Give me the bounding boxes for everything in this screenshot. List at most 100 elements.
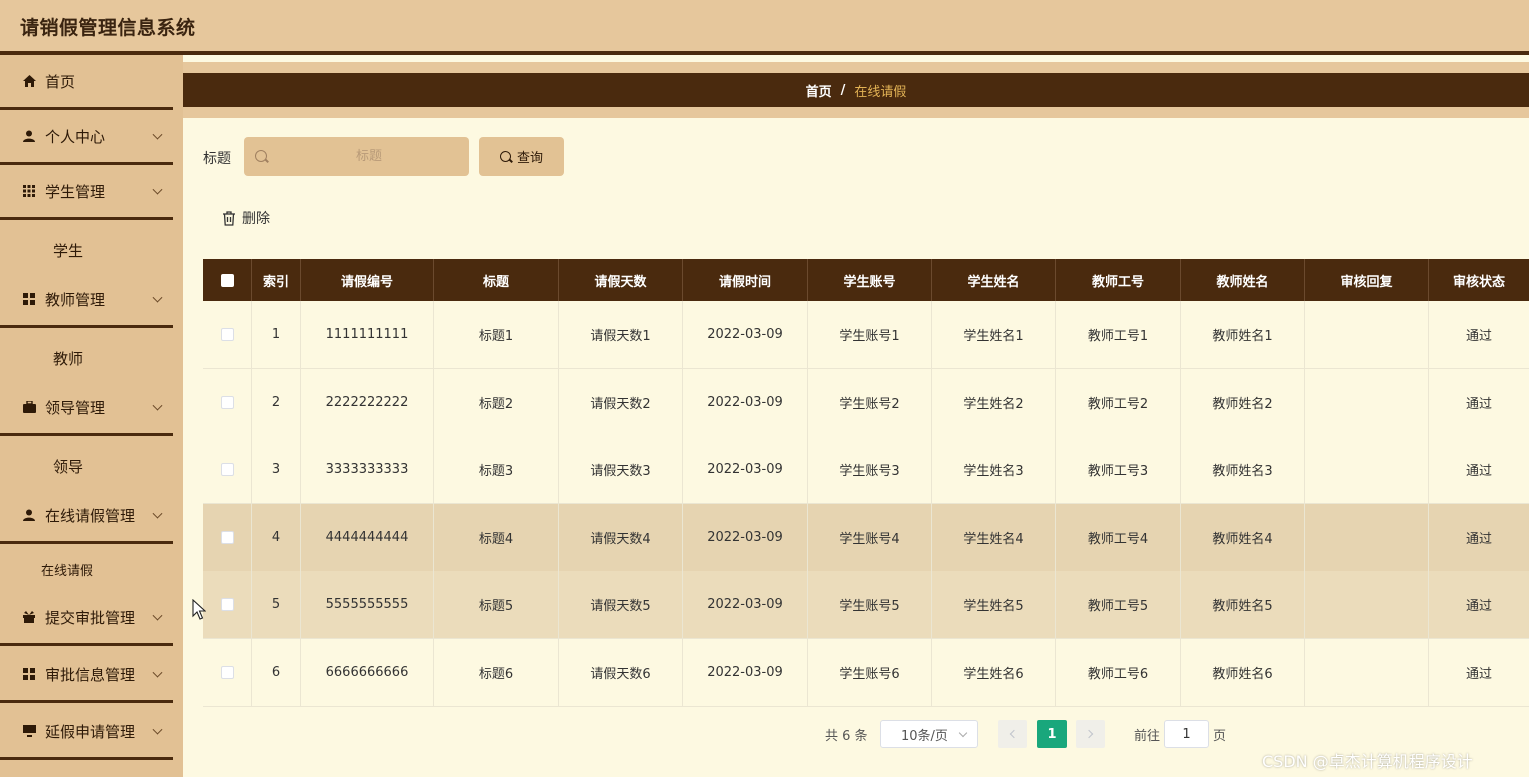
briefcase-icon (22, 400, 36, 414)
table-cell: 2022-03-09 (683, 301, 808, 368)
chevron-down-icon (152, 184, 163, 195)
header-select-all-cell (203, 259, 252, 301)
breadcrumb-current: 在线请假 (854, 84, 907, 100)
row-checkbox[interactable] (220, 328, 234, 341)
next-page-button[interactable] (1076, 720, 1105, 748)
table-row[interactable]: 5 5555555555 标题5 请假天数5 2022-03-09 学生账号5 学生姓名5 教… (203, 571, 1529, 639)
trash-icon (222, 210, 236, 226)
breadcrumb-home-link[interactable]: 首页 (806, 81, 832, 100)
column-header: 审核状态 (1452, 274, 1505, 290)
search-input[interactable] (274, 137, 464, 176)
row-select-cell (203, 571, 252, 638)
table-cell: 学生账号6 (808, 638, 932, 706)
table-cell: 标题1 (434, 301, 559, 368)
sidebar-item-personal-center[interactable]: 个人中心 (0, 110, 173, 165)
sidebar-item-label: 在线请假 (41, 563, 94, 579)
sidebar-item-label: 个人中心 (45, 127, 106, 146)
table-cell: 2 (252, 368, 301, 436)
goto-page-input[interactable] (1164, 720, 1209, 748)
row-select-cell (203, 301, 252, 368)
sidebar-item-leader-management[interactable]: 领导管理 (0, 381, 173, 436)
sidebar-item-teacher-management[interactable]: 教师管理 (0, 273, 173, 328)
row-select-cell (203, 503, 252, 571)
table-cell: 学生姓名5 (932, 571, 1056, 638)
prev-page-button[interactable] (998, 720, 1027, 748)
table-cell: 通过 (1465, 396, 1492, 412)
chevron-down-icon (152, 724, 163, 735)
table-cell: 学生姓名4 (932, 503, 1056, 571)
grid-icon (22, 292, 36, 306)
page-number-button[interactable]: 1 (1037, 720, 1067, 748)
table-row[interactable]: 6 6666666666 标题6 请假天数6 2022-03-09 学生账号6 学生姓名6 教… (203, 638, 1529, 707)
sidebar-item-submit-approval-management[interactable]: 提交审批管理 (0, 591, 173, 646)
mouse-cursor-icon (192, 598, 207, 621)
column-header: 审核回复 (1305, 259, 1429, 301)
row-checkbox[interactable] (220, 530, 234, 544)
table-cell (1305, 503, 1429, 571)
header-divider (0, 51, 1529, 55)
table-cell: 通过 (1465, 531, 1492, 547)
table-cell: 3333333333 (301, 436, 434, 503)
table-cell: 请假天数1 (559, 301, 683, 368)
page-size-value: 10条/页 (901, 728, 948, 744)
table-cell: 请假天数5 (559, 571, 683, 638)
pagination-total: 共 6 条 (825, 729, 868, 744)
table-cell: 通过 (1465, 599, 1492, 614)
table-cell: 教师工号5 (1056, 571, 1181, 638)
sidebar-subitem-student[interactable]: 学生 (0, 223, 173, 277)
table-cell: 6666666666 (301, 638, 434, 706)
sidebar-subitem-online-leave[interactable]: 在线请假 (0, 546, 173, 592)
row-checkbox[interactable] (220, 463, 234, 476)
table-cell: 5555555555 (301, 571, 434, 638)
chevron-down-icon (152, 610, 163, 621)
sidebar-item-label: 首页 (45, 72, 76, 91)
sidebar-item-home[interactable]: 首页 (0, 55, 173, 110)
sidebar-subitem-leader[interactable]: 领导 (0, 439, 173, 493)
sidebar-item-label: 领导管理 (45, 398, 106, 417)
search-field[interactable] (244, 137, 469, 176)
page-size-select[interactable]: 10条/页 (880, 720, 978, 748)
table-cell: 学生姓名6 (932, 638, 1056, 706)
table-cell: 请假天数3 (559, 436, 683, 503)
row-checkbox[interactable] (220, 665, 234, 679)
table-cell: 教师工号1 (1056, 301, 1181, 368)
table-row[interactable]: 1 1111111111 标题1 请假天数1 2022-03-09 学生账号1 学生姓名1 教… (203, 301, 1529, 369)
sidebar-item-extension-application-management[interactable]: 延假申请管理 (0, 705, 173, 760)
table-cell: 通过 (1465, 464, 1492, 479)
sidebar-item-label: 教师管理 (45, 290, 106, 309)
select-all-checkbox[interactable] (220, 273, 234, 287)
table-row[interactable]: 2 2222222222 标题2 请假天数2 2022-03-09 学生账号2 学生姓名2 教… (203, 368, 1529, 437)
table-cell: 教师工号4 (1056, 503, 1181, 571)
sidebar-item-approval-info-management[interactable]: 审批信息管理 (0, 648, 173, 703)
column-header: 请假时间 (683, 259, 808, 301)
sidebar-subitem-teacher[interactable]: 教师 (0, 331, 173, 385)
table-cell: 教师姓名5 (1181, 571, 1305, 638)
table-row[interactable]: 4 4444444444 标题4 请假天数4 2022-03-09 学生账号4 学生姓名4 教… (203, 503, 1529, 572)
monitor-icon (22, 724, 36, 738)
sidebar-item-label: 领导 (53, 457, 84, 476)
delete-button[interactable]: 删除 (222, 207, 270, 229)
sidebar-item-label: 提交审批管理 (45, 608, 136, 627)
search-label: 标题 (203, 151, 231, 167)
sidebar-item-student-management[interactable]: 学生管理 (0, 165, 173, 220)
top-header: 请销假管理信息系统 (0, 0, 1529, 52)
sidebar-item-label: 学生 (53, 241, 84, 260)
row-select-cell (203, 368, 252, 436)
table-cell: 教师姓名6 (1181, 638, 1305, 706)
column-header: 学生姓名 (932, 259, 1056, 301)
breadcrumb-separator: / (840, 82, 846, 98)
table-cell: 标题4 (434, 503, 559, 571)
column-header: 请假天数 (559, 259, 683, 301)
watermark: CSDN @卓杰计算机程序设计 (1262, 752, 1473, 771)
sidebar-item-label: 在线请假管理 (45, 506, 136, 525)
query-button[interactable]: 查询 (479, 137, 564, 176)
row-checkbox[interactable] (220, 598, 234, 611)
table-cell: 请假天数2 (559, 368, 683, 436)
table-cell: 1 (252, 301, 301, 368)
table-cell: 学生账号5 (808, 571, 932, 638)
row-checkbox[interactable] (220, 395, 234, 409)
sidebar-item-online-leave-management[interactable]: 在线请假管理 (0, 489, 173, 544)
table-row[interactable]: 3 3333333333 标题3 请假天数3 2022-03-09 学生账号3 学生姓名3 教… (203, 436, 1529, 504)
column-header: 教师姓名 (1181, 259, 1305, 301)
goto-suffix: 页 (1213, 729, 1227, 744)
